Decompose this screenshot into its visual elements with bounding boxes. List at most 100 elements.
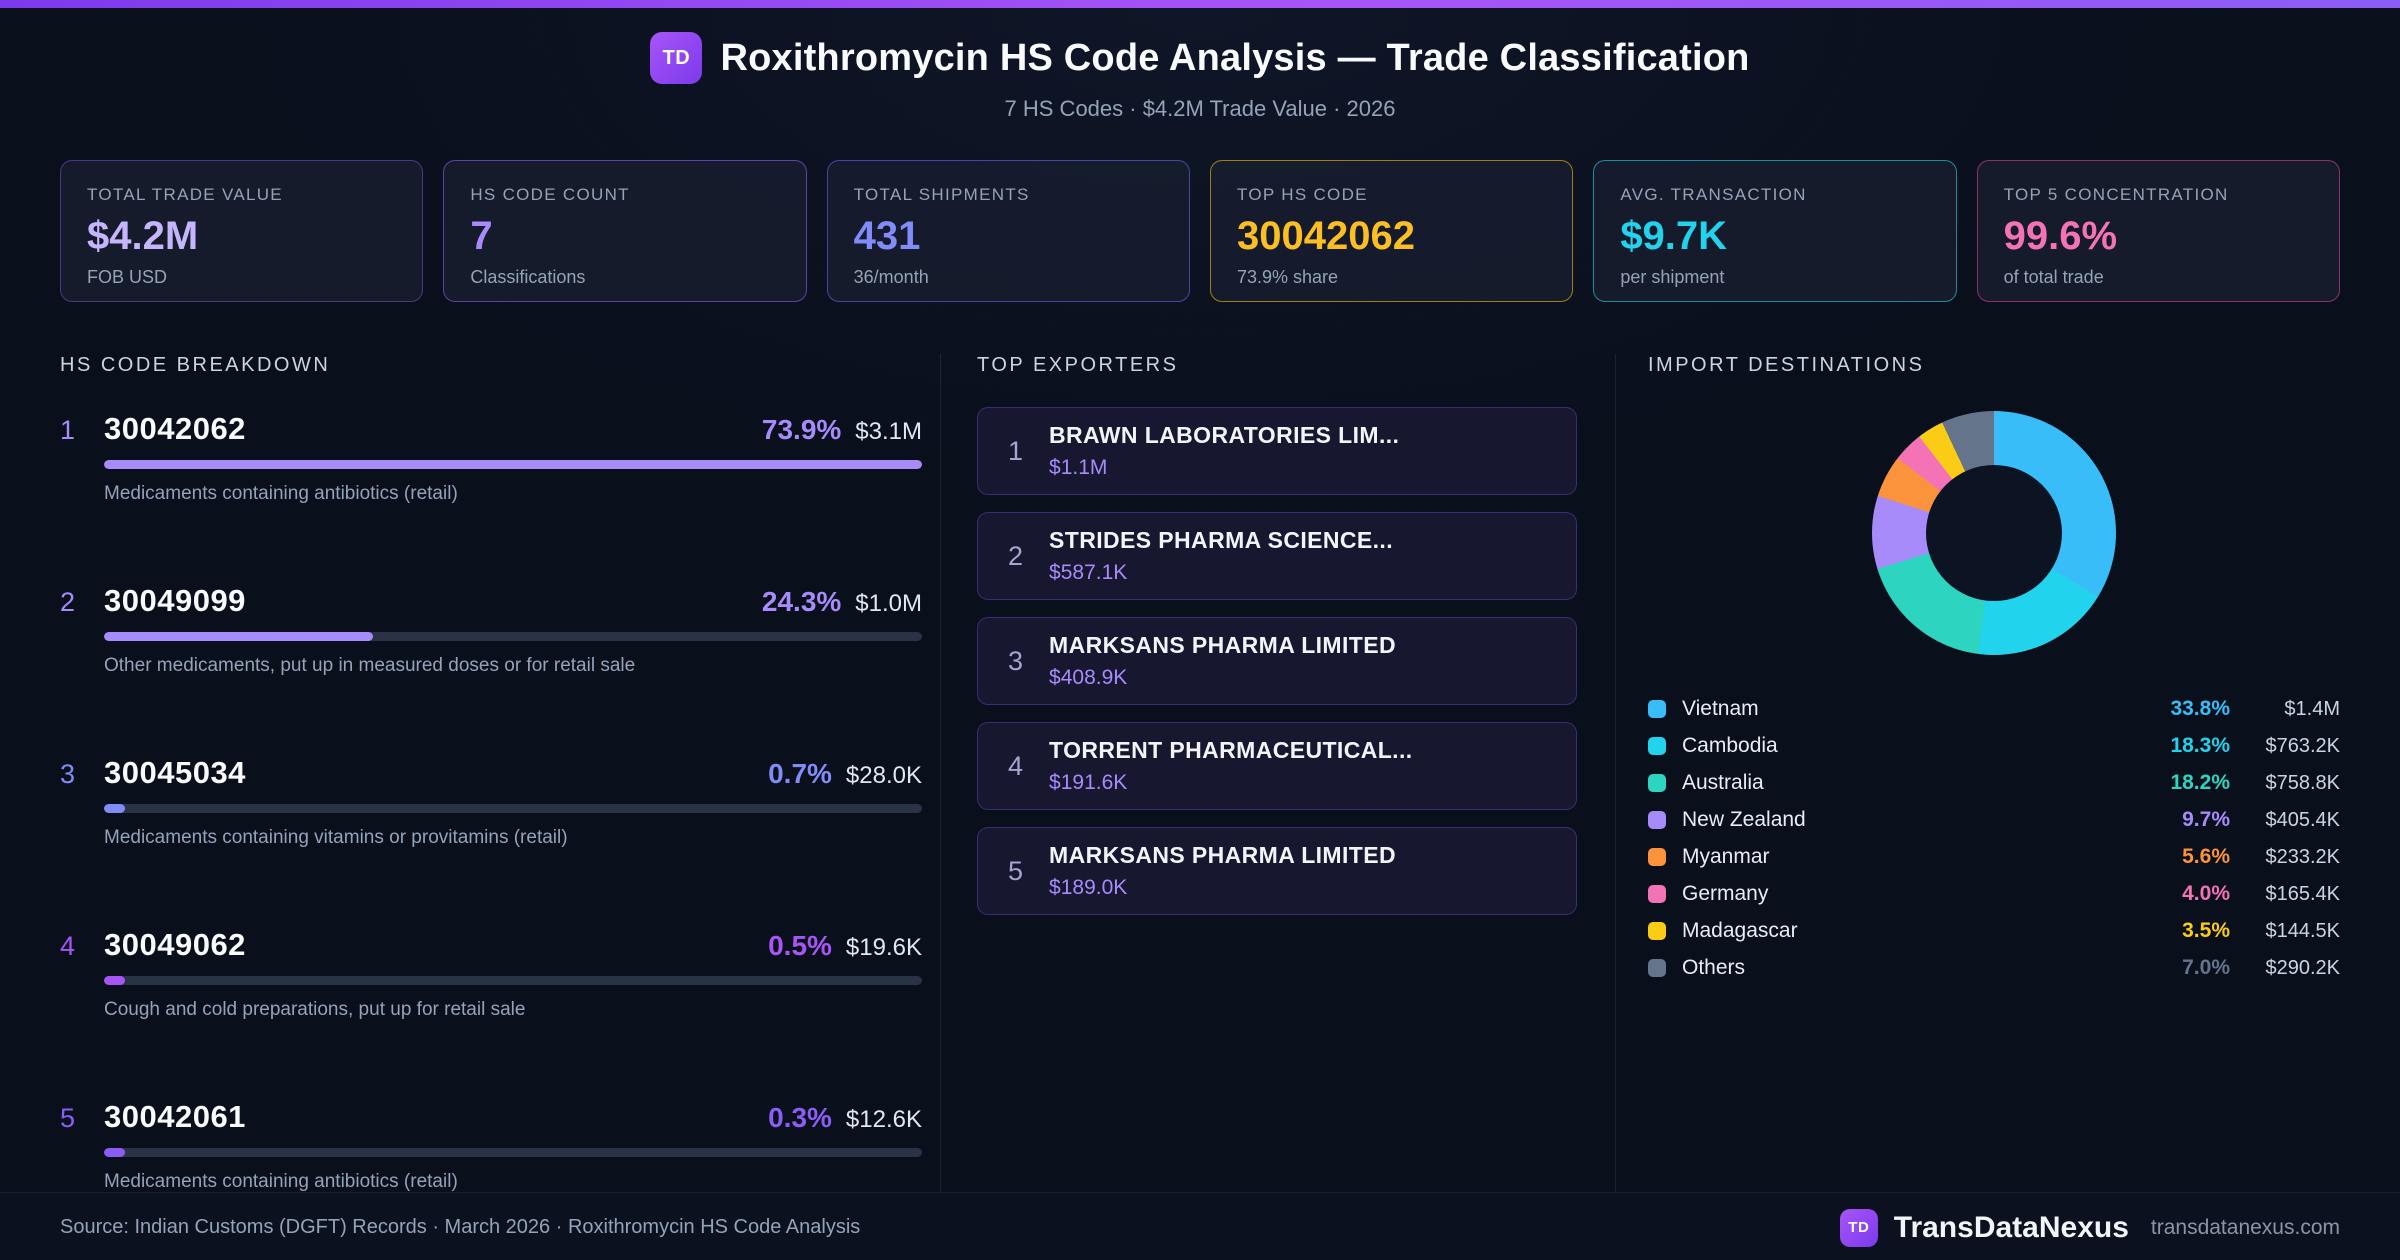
exporter-name: MARKSANS PHARMA LIMITED (1049, 842, 1396, 868)
destinations-legend: Vietnam 33.8% $1.4M Cambodia 18.3% $763.… (1648, 695, 2340, 982)
hs-percent: 24.3% (761, 586, 842, 617)
hs-code: 30042062 (104, 411, 246, 446)
hs-value: $28.0K (845, 762, 922, 789)
section-title-destinations: IMPORT DESTINATIONS (1648, 354, 1925, 376)
hs-rank: 1 (60, 415, 76, 445)
stat-card-top-hs-code: TOP HS CODE 30042062 73.9% share (1209, 160, 1574, 302)
exporter-card: 3 MARKSANS PHARMA LIMITED $408.9K (977, 617, 1577, 705)
import-destinations-panel: IMPORT DESTINATIONS Vietnam 33.8% $1.4M … (1616, 354, 2340, 1192)
hs-bar-fill (104, 976, 126, 985)
legend-row: Others 7.0% $290.2K (1648, 954, 2340, 982)
legend-label: Germany (1682, 882, 1769, 905)
hs-rank: 4 (60, 931, 76, 961)
hs-value: $1.0M (855, 590, 922, 617)
legend-percent: 7.0% (2182, 956, 2230, 979)
hs-bar-track (104, 632, 922, 641)
legend-row: Germany 4.0% $165.4K (1648, 880, 2340, 908)
stat-label: TOTAL SHIPMENTS (853, 185, 1030, 204)
hs-percent: 0.3% (768, 1102, 832, 1133)
legend-label: Myanmar (1682, 845, 1770, 868)
hs-rank: 2 (60, 587, 76, 617)
stat-value: 7 (470, 214, 493, 258)
stat-sub: Classifications (470, 267, 586, 287)
legend-label: Australia (1682, 771, 1764, 794)
legend-percent: 18.2% (2170, 771, 2230, 794)
legend-percent: 5.6% (2182, 845, 2230, 868)
legend-value: $758.8K (2265, 771, 2340, 794)
legend-swatch (1648, 811, 1666, 829)
exporter-name: BRAWN LABORATORIES LIM... (1049, 422, 1400, 448)
legend-percent: 33.8% (2170, 697, 2230, 720)
hs-code: 30045034 (104, 755, 246, 790)
hs-percent: 73.9% (761, 414, 842, 445)
stat-label: AVG. TRANSACTION (1620, 185, 1807, 204)
exporter-name: TORRENT PHARMACEUTICAL... (1049, 737, 1413, 763)
legend-row: Australia 18.2% $758.8K (1648, 769, 2340, 797)
stat-card-hs-code-count: HS CODE COUNT 7 Classifications (443, 160, 807, 302)
hs-code-row: 3 30045034 0.7% $28.0K Medicaments conta… (60, 755, 922, 849)
legend-swatch (1648, 737, 1666, 755)
stat-sub: 73.9% share (1236, 267, 1339, 287)
exporter-value: $587.1K (1049, 561, 1128, 584)
legend-value: $763.2K (2265, 734, 2340, 757)
main-content: HS CODE BREAKDOWN 1 30042062 73.9% $3.1M… (0, 302, 2400, 1192)
hs-code: 30042061 (104, 1099, 246, 1134)
stat-label: TOP HS CODE (1236, 185, 1368, 204)
stat-sub: 36/month (853, 267, 929, 287)
hs-bar-fill (104, 632, 374, 641)
stat-label: TOP 5 CONCENTRATION (2003, 185, 2229, 204)
hs-percent: 0.7% (768, 758, 832, 789)
hs-code-breakdown-panel: HS CODE BREAKDOWN 1 30042062 73.9% $3.1M… (60, 354, 940, 1192)
hs-rank: 3 (60, 759, 76, 789)
brand-domain-link[interactable]: transdatanexus.com (2151, 1216, 2340, 1240)
hs-bar-track (104, 976, 922, 985)
exporter-rank: 5 (1008, 855, 1024, 886)
exporter-rank: 1 (1008, 435, 1024, 466)
hs-value: $12.6K (845, 1106, 922, 1133)
hs-value: $19.6K (845, 934, 922, 961)
legend-swatch (1648, 700, 1666, 718)
exporter-name: MARKSANS PHARMA LIMITED (1049, 632, 1396, 658)
hs-code: 30049062 (104, 927, 246, 962)
stat-label: TOTAL TRADE VALUE (87, 185, 283, 204)
stat-value: 99.6% (2003, 214, 2118, 258)
exporter-rank: 3 (1008, 645, 1024, 676)
hs-bar-fill (104, 460, 922, 469)
hs-bar-track (104, 804, 922, 813)
exporter-card: 2 STRIDES PHARMA SCIENCE... $587.1K (977, 512, 1577, 600)
stat-value: 30042062 (1236, 214, 1415, 258)
stat-value: 431 (853, 214, 921, 258)
donut-hole (1926, 465, 2062, 601)
stat-label: HS CODE COUNT (470, 185, 630, 204)
legend-swatch (1648, 885, 1666, 903)
section-title-exporters: TOP EXPORTERS (977, 354, 1179, 376)
exporter-rank: 4 (1008, 750, 1024, 781)
hs-bar-track (104, 460, 922, 469)
legend-label: Cambodia (1682, 734, 1778, 757)
legend-row: Cambodia 18.3% $763.2K (1648, 732, 2340, 760)
section-title-breakdown: HS CODE BREAKDOWN (60, 354, 331, 376)
page-subtitle: 7 HS Codes · $4.2M Trade Value · 2026 (1004, 96, 1396, 121)
legend-swatch (1648, 774, 1666, 792)
hs-description: Cough and cold preparations, put up for … (104, 999, 526, 1020)
footer: Source: Indian Customs (DGFT) Records · … (0, 1192, 2400, 1260)
hs-bar-track (104, 1148, 922, 1157)
top-accent-bar (0, 0, 2400, 8)
legend-swatch (1648, 848, 1666, 866)
hs-description: Medicaments containing antibiotics (reta… (104, 483, 458, 504)
stat-card-total-trade-value: TOTAL TRADE VALUE $4.2M FOB USD (60, 160, 424, 302)
stat-sub: of total trade (2003, 267, 2104, 287)
hs-code-row: 4 30049062 0.5% $19.6K Cough and cold pr… (60, 927, 922, 1021)
legend-row: Myanmar 5.6% $233.2K (1648, 843, 2340, 871)
legend-percent: 3.5% (2182, 919, 2230, 942)
hs-percent: 0.5% (768, 930, 832, 961)
hs-rank: 5 (60, 1103, 76, 1133)
exporter-card: 5 MARKSANS PHARMA LIMITED $189.0K (977, 827, 1577, 915)
legend-value: $233.2K (2265, 845, 2340, 868)
exporter-card: 4 TORRENT PHARMACEUTICAL... $191.6K (977, 722, 1577, 810)
exporter-value: $191.6K (1049, 771, 1128, 794)
legend-percent: 18.3% (2170, 734, 2230, 757)
brand-logo: TD (650, 32, 703, 84)
stat-card-total-shipments: TOTAL SHIPMENTS 431 36/month (826, 160, 1190, 302)
brand-name: TransDataNexus (1893, 1210, 2129, 1244)
